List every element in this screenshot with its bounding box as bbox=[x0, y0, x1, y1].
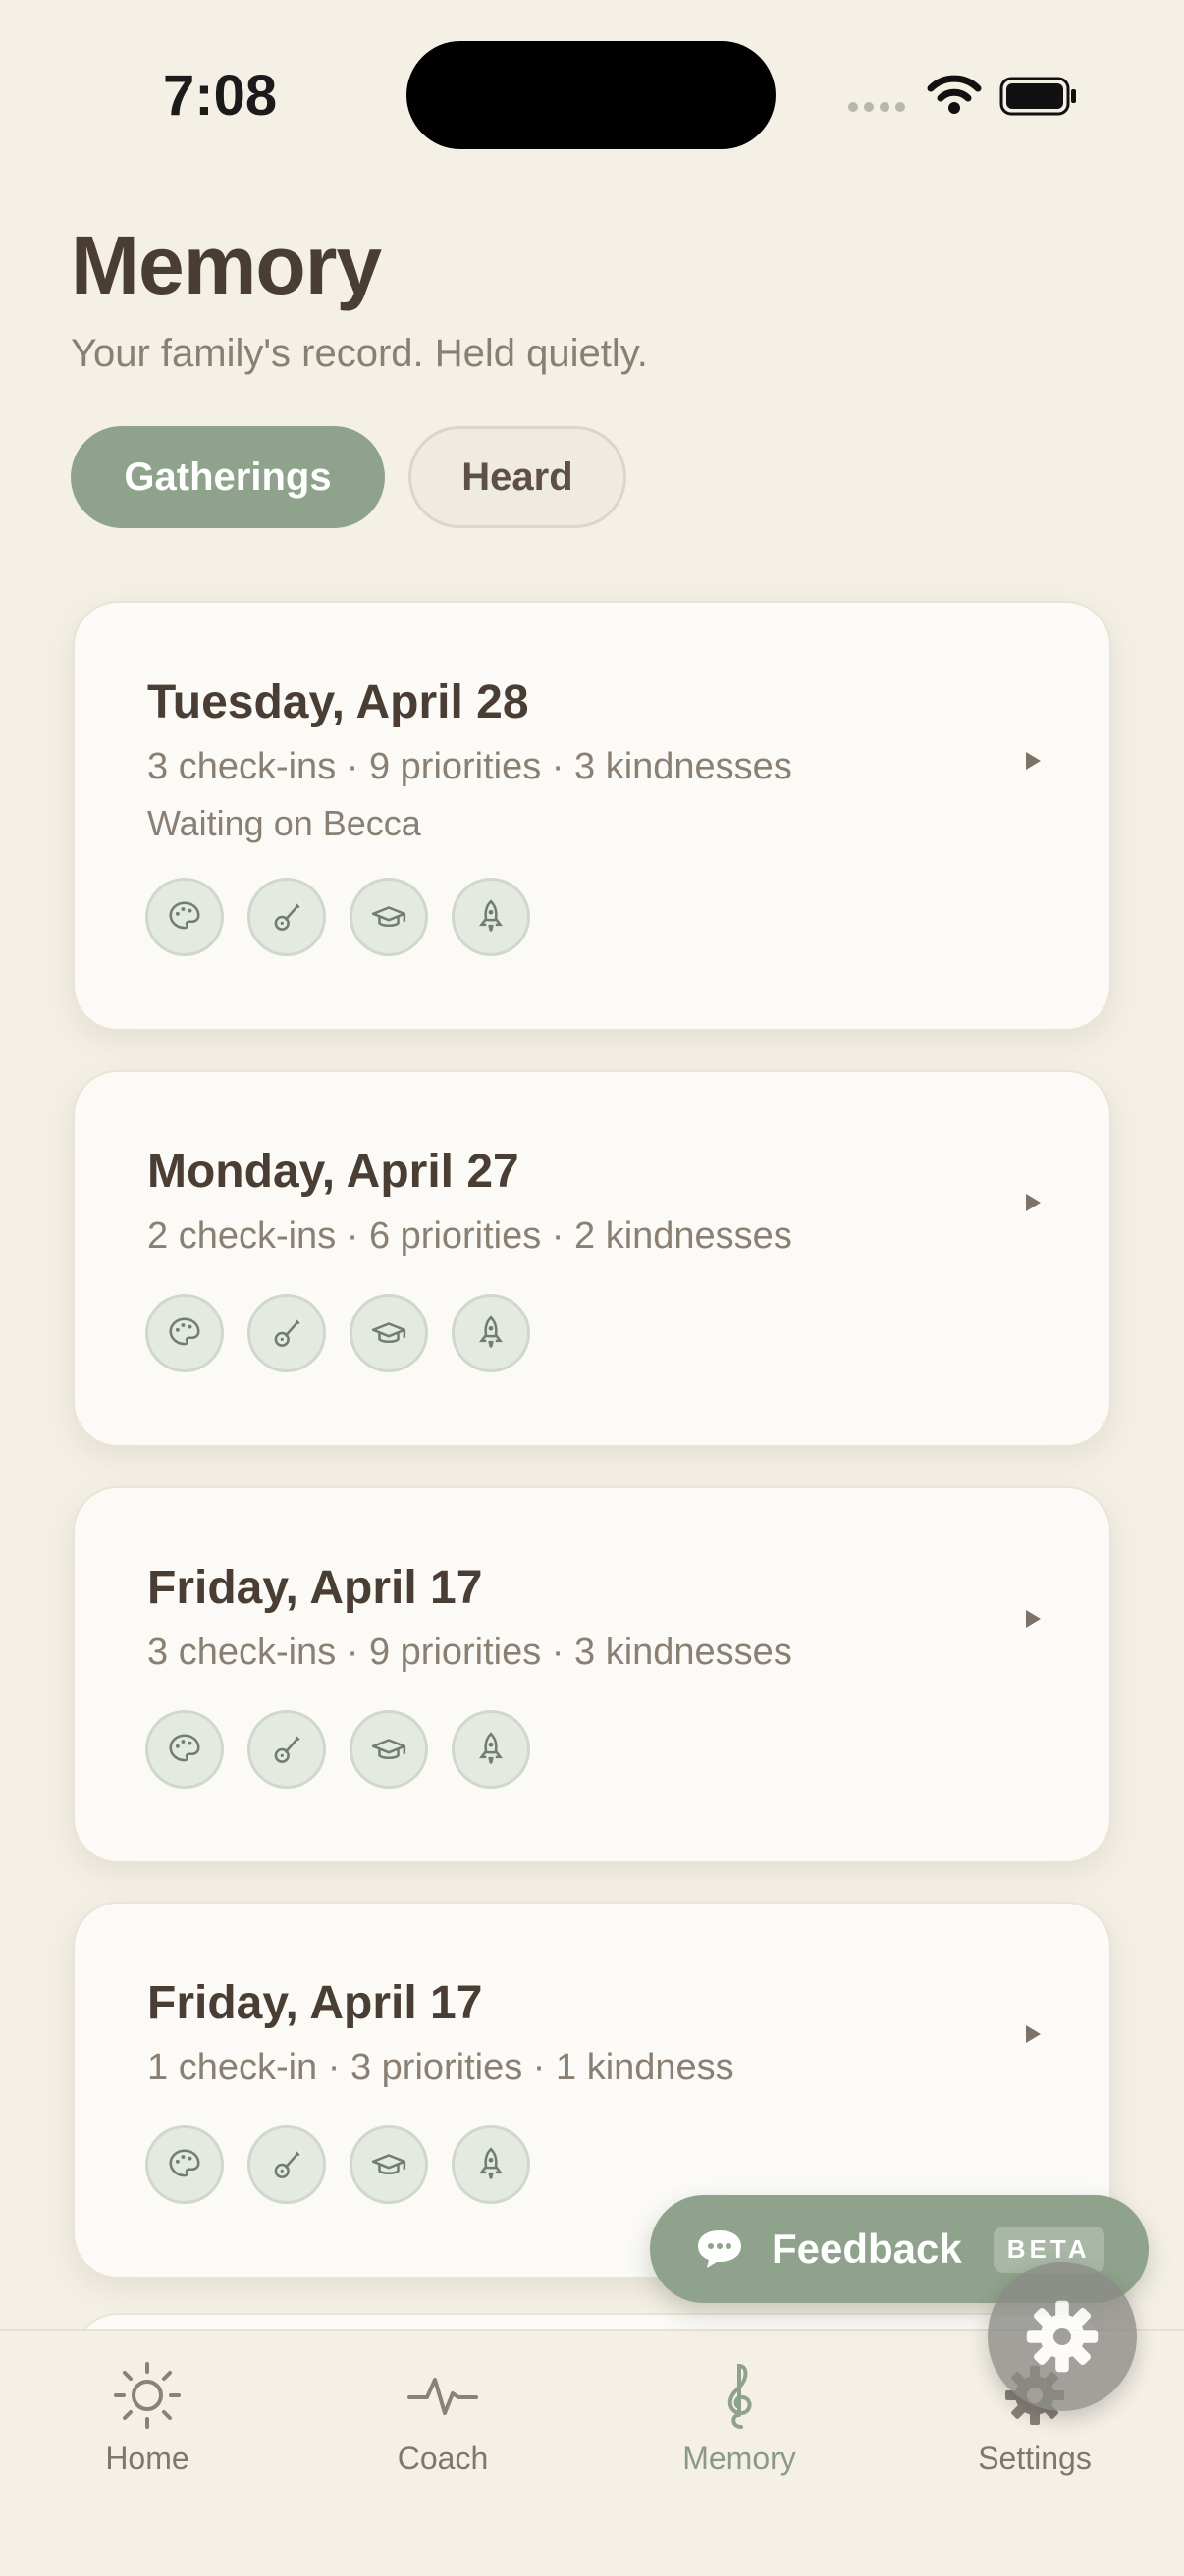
card-summary: 3 check-ins · 9 priorities · 3 kindnesse… bbox=[147, 1632, 792, 1673]
chevron-right-icon bbox=[1026, 1610, 1041, 1628]
status-time: 7:08 bbox=[163, 64, 278, 128]
feedback-label: Feedback bbox=[772, 2226, 962, 2272]
card-status-note: Waiting on Becca bbox=[147, 803, 421, 843]
tab-home-label: Home bbox=[105, 2441, 189, 2476]
graduation-cap-icon bbox=[350, 2125, 428, 2204]
guitar-icon bbox=[247, 1294, 326, 1372]
dynamic-island bbox=[406, 41, 776, 149]
card-date: Friday, April 17 bbox=[147, 1562, 483, 1614]
chevron-right-icon bbox=[1026, 752, 1041, 770]
palette-icon bbox=[145, 878, 224, 956]
card-date: Monday, April 27 bbox=[147, 1146, 519, 1198]
signal-icon bbox=[848, 102, 905, 112]
card-summary: 1 check-in · 3 priorities · 1 kindness bbox=[147, 2047, 734, 2088]
page-title: Memory bbox=[71, 219, 382, 311]
gathering-card[interactable]: Monday, April 27 2 check-ins · 6 priorit… bbox=[73, 1070, 1111, 1447]
segment-heard[interactable]: Heard bbox=[408, 426, 626, 528]
tab-memory[interactable]: Memory bbox=[641, 2358, 837, 2477]
card-date: Friday, April 17 bbox=[147, 1977, 483, 2029]
tab-settings-label: Settings bbox=[978, 2441, 1092, 2476]
wifi-icon bbox=[927, 75, 982, 114]
gear-icon bbox=[1026, 2300, 1099, 2373]
tab-home[interactable]: Home bbox=[49, 2358, 245, 2477]
treble-clef-icon bbox=[727, 2363, 752, 2429]
guitar-icon bbox=[247, 1710, 326, 1789]
pulse-icon bbox=[407, 2378, 478, 2415]
member-icons bbox=[145, 1710, 530, 1789]
tab-coach-label: Coach bbox=[397, 2441, 489, 2476]
rocket-icon bbox=[452, 2125, 530, 2204]
member-icons bbox=[145, 878, 530, 956]
palette-icon bbox=[145, 1710, 224, 1789]
tab-memory-label: Memory bbox=[682, 2441, 796, 2476]
sun-icon bbox=[114, 2362, 181, 2429]
gathering-card[interactable]: Friday, April 17 3 check-ins · 9 priorit… bbox=[73, 1486, 1111, 1863]
page-subtitle: Your family's record. Held quietly. bbox=[71, 332, 648, 375]
guitar-icon bbox=[247, 878, 326, 956]
battery-icon bbox=[999, 77, 1076, 116]
status-bar: 7:08 bbox=[0, 0, 1184, 187]
tab-coach[interactable]: Coach bbox=[345, 2358, 541, 2477]
segment-gatherings[interactable]: Gatherings bbox=[71, 426, 385, 528]
member-icons bbox=[145, 1294, 530, 1372]
palette-icon bbox=[145, 1294, 224, 1372]
chevron-right-icon bbox=[1026, 1194, 1041, 1211]
rocket-icon bbox=[452, 878, 530, 956]
gathering-card[interactable]: Tuesday, April 28 3 check-ins · 9 priori… bbox=[73, 601, 1111, 1031]
card-date: Tuesday, April 28 bbox=[147, 676, 529, 728]
graduation-cap-icon bbox=[350, 1294, 428, 1372]
floating-settings-button[interactable] bbox=[988, 2262, 1137, 2411]
graduation-cap-icon bbox=[350, 878, 428, 956]
chevron-right-icon bbox=[1026, 2025, 1041, 2043]
graduation-cap-icon bbox=[350, 1710, 428, 1789]
rocket-icon bbox=[452, 1294, 530, 1372]
guitar-icon bbox=[247, 2125, 326, 2204]
chat-bubble-icon bbox=[698, 2230, 741, 2268]
member-icons bbox=[145, 2125, 530, 2204]
palette-icon bbox=[145, 2125, 224, 2204]
card-summary: 2 check-ins · 6 priorities · 2 kindnesse… bbox=[147, 1215, 792, 1257]
rocket-icon bbox=[452, 1710, 530, 1789]
card-summary: 3 check-ins · 9 priorities · 3 kindnesse… bbox=[147, 746, 792, 787]
